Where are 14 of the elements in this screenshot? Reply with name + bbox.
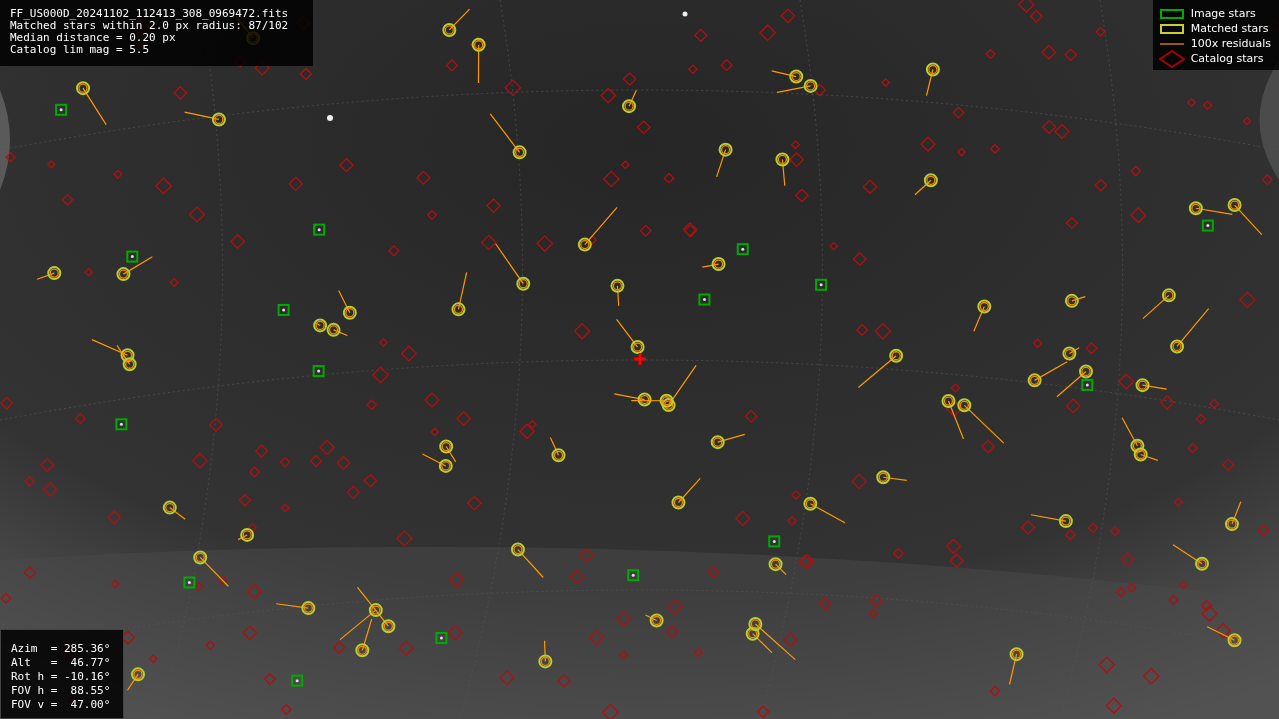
info-text: Median distance = 0.20 px (10, 32, 177, 44)
legend-label: 100x residuals (1190, 37, 1271, 50)
legend-label: Image stars (1190, 7, 1256, 20)
pointing-reading: FOV v = 47.00° (11, 698, 112, 712)
info-text: Catalog lim mag = 5.5 (10, 44, 151, 56)
diamond-icon (1158, 49, 1185, 68)
pointing-reading: Azim = 285.36° (11, 642, 112, 656)
legend-label: Matched stars (1190, 22, 1269, 35)
pointing-reading: FOV h = 88.55° (11, 684, 112, 698)
info-text: FF_US000D_20241102_112413_308_0969472.fits (10, 8, 290, 20)
pointing-reading: Alt = 46.77° (11, 656, 112, 670)
info-text: Matched stars within 2.0 px radius: 87/102 (10, 20, 290, 32)
legend-label: Catalog stars (1190, 52, 1264, 65)
pointing-reading: Rot h = -10.16° (11, 670, 112, 684)
